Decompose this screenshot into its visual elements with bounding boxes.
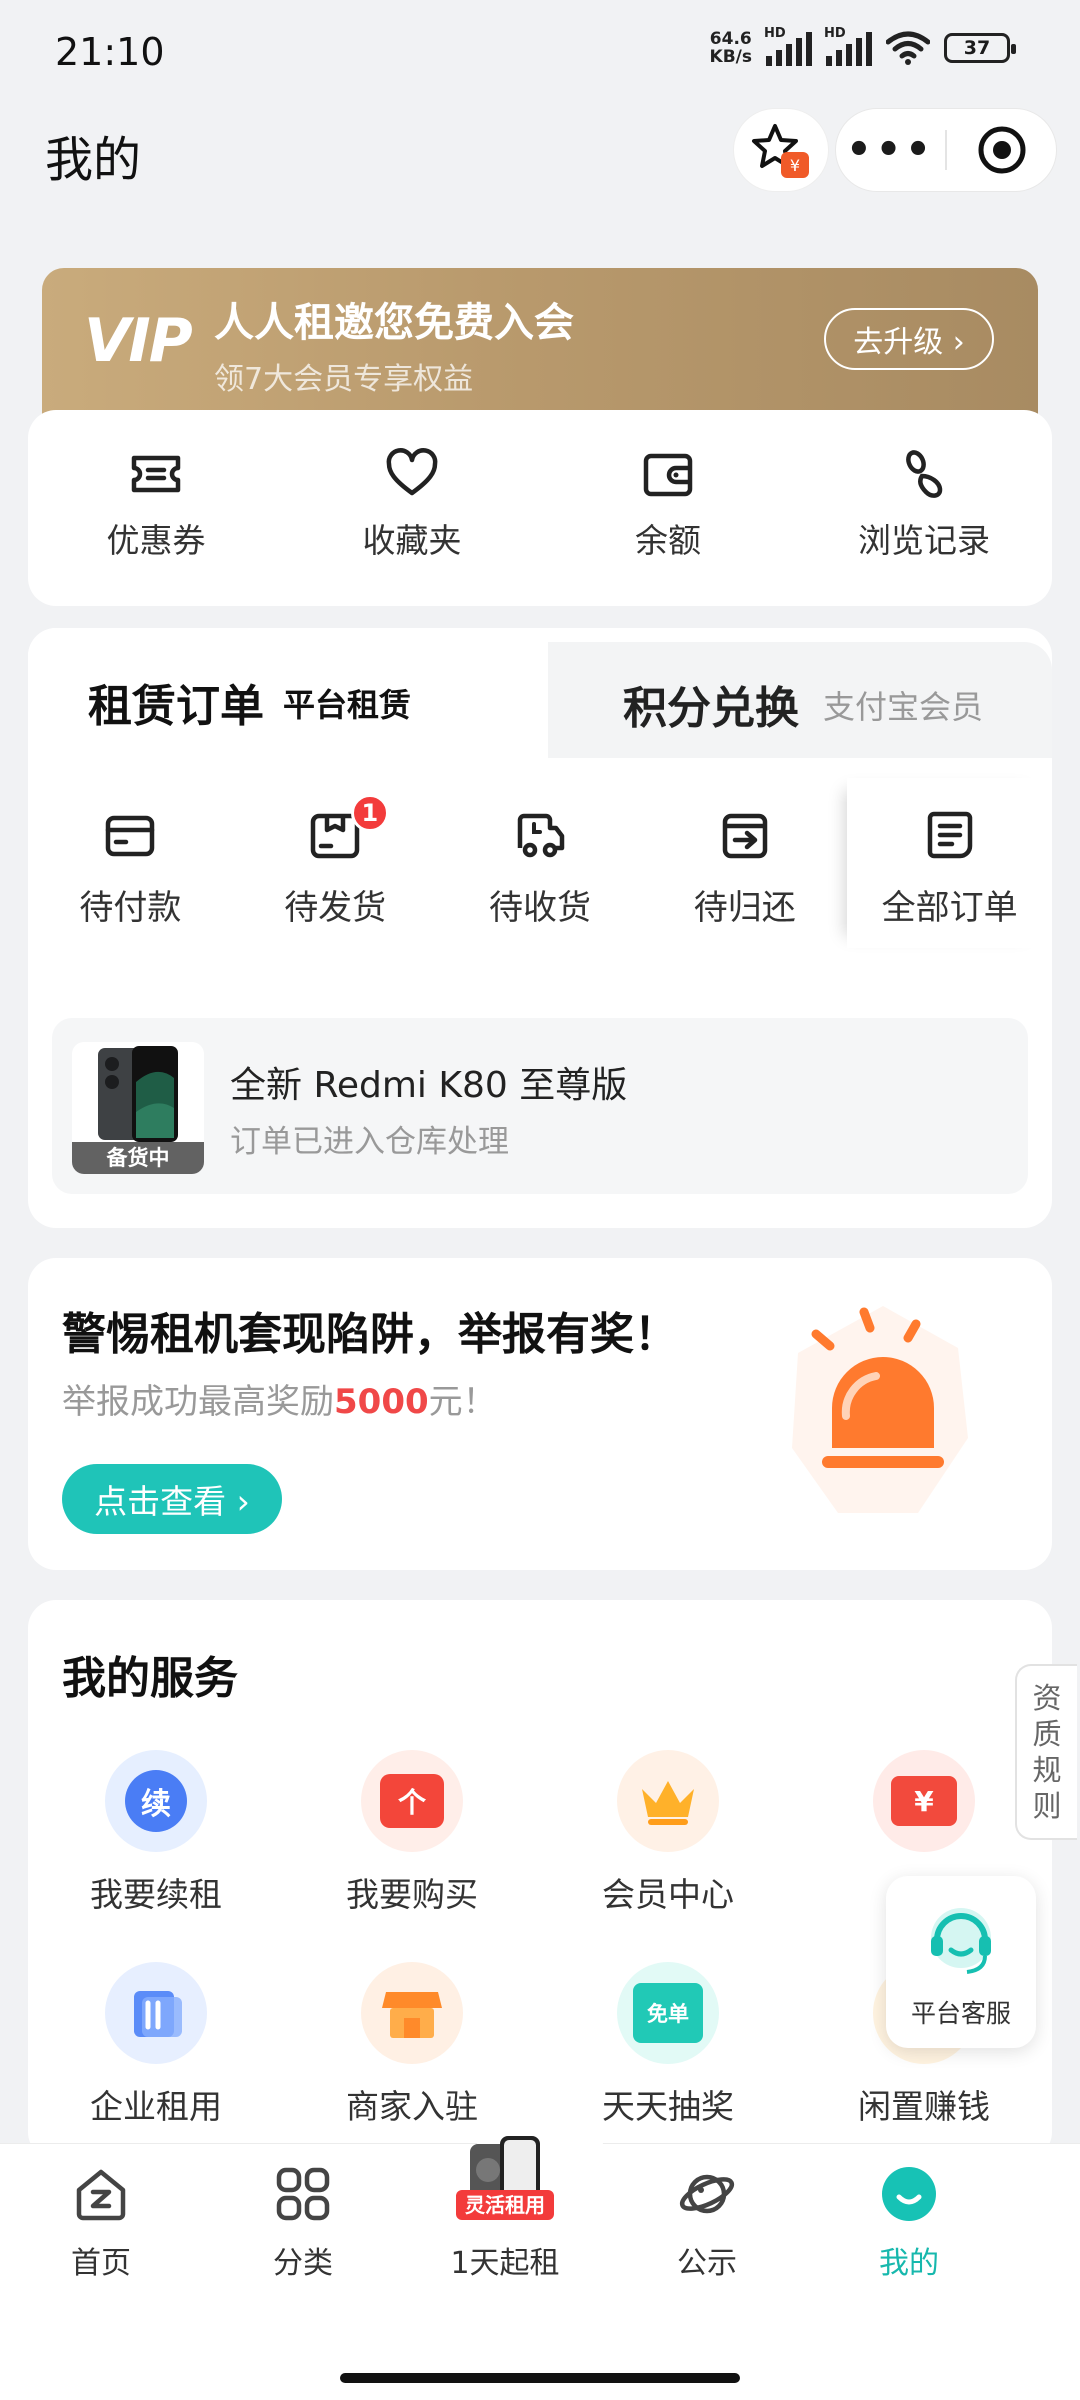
order-item[interactable]: 备货中 全新 Redmi K80 至尊版 订单已进入仓库处理: [52, 1018, 1028, 1194]
renew-icon: 续: [105, 1750, 207, 1852]
battery-icon: 37: [944, 33, 1016, 63]
footprint-icon: [906, 450, 943, 498]
view-details-button[interactable]: 点击查看 ›: [62, 1464, 282, 1534]
signal-icon: HD: [764, 26, 812, 66]
reward-amount: 5000: [334, 1382, 429, 1422]
signal-icon-2: HD: [824, 26, 872, 66]
target-icon: [978, 126, 1025, 174]
vip-upgrade-button[interactable]: 去升级 ›: [824, 308, 994, 370]
headset-icon: [931, 1908, 991, 1974]
status-icons: 64.6 KB/s HD HD 37: [709, 26, 1016, 67]
status-time: 21:10: [55, 30, 165, 74]
order-list-icon: [927, 811, 972, 859]
order-status-all[interactable]: 全部订单: [847, 778, 1052, 948]
order-status-to-receive[interactable]: 待收货: [438, 778, 643, 948]
close-target-button[interactable]: [947, 124, 1056, 176]
vip-subtitle: 领7大会员专享权益: [214, 362, 474, 397]
order-status-row: 待付款 1 待发货 待收货 待归还 全部订单: [28, 778, 1052, 948]
coupon-icon: [131, 455, 181, 493]
wifi-icon: [886, 31, 930, 65]
category-icon: [276, 2167, 330, 2221]
unread-badge: 1: [350, 794, 389, 832]
coupon-ticket-icon: ¥: [873, 1750, 975, 1852]
page-title: 我的: [45, 132, 142, 188]
truck-icon: [517, 813, 565, 858]
tab-points-exchange[interactable]: 积分兑换 支付宝会员: [533, 642, 1052, 758]
mini-program-capsule: •••: [835, 108, 1057, 192]
profile-icon: [882, 2167, 936, 2221]
fraud-alert-card[interactable]: 警惕租机套现陷阱，举报有奖！ 举报成功最高奖励5000元！ 点击查看 ›: [28, 1258, 1052, 1570]
heart-icon: [386, 448, 438, 496]
order-status-to-ship[interactable]: 1 待发货: [233, 778, 438, 948]
product-thumbnail: 备货中: [72, 1042, 204, 1174]
service-renew[interactable]: 续 我要续租: [28, 1750, 284, 1962]
enterprise-icon: [105, 1962, 207, 2064]
shortcut-coupon[interactable]: 优惠券: [28, 410, 284, 606]
svg-text:¥: ¥: [790, 156, 800, 175]
favorite-button[interactable]: ¥: [733, 108, 829, 192]
crown-icon: [617, 1750, 719, 1852]
nav-profile[interactable]: 我的: [808, 2164, 1010, 2282]
service-buy[interactable]: 个 我要购买: [284, 1750, 540, 1962]
order-status-unpaid[interactable]: 待付款: [28, 778, 233, 948]
order-product-title: 全新 Redmi K80 至尊版: [230, 1065, 628, 1106]
home-indicator[interactable]: [340, 2373, 740, 2383]
flexible-rent-icon: 灵活租用: [456, 2136, 554, 2220]
header: 我的 ¥ •••: [0, 100, 1080, 220]
nav-announcement[interactable]: 公示: [606, 2164, 808, 2282]
card-icon: [106, 815, 155, 857]
service-member-center[interactable]: 会员中心: [540, 1750, 796, 1962]
qualification-rules-tab[interactable]: 资 质 规 则: [1015, 1664, 1077, 1840]
tab-rental-orders[interactable]: 租赁订单 平台租赁: [28, 628, 548, 758]
shortcut-favorites[interactable]: 收藏夹: [284, 410, 540, 606]
alert-title: 警惕租机套现陷阱，举报有奖！: [62, 1309, 678, 1360]
more-icon[interactable]: •••: [836, 108, 945, 192]
vip-banner[interactable]: VIP 人人租邀您免费入会 领7大会员专享权益 去升级 ›: [42, 268, 1038, 418]
alarm-icon: [792, 1306, 968, 1513]
return-icon: [722, 813, 768, 859]
wallet-icon: [643, 453, 693, 497]
planet-icon: [679, 2174, 735, 2214]
vip-logo: VIP: [84, 306, 193, 376]
vip-title: 人人租邀您免费入会: [214, 300, 574, 346]
shortcuts-card: 优惠券 收藏夹 余额 浏览记录: [28, 410, 1052, 606]
star-coin-icon: ¥: [752, 124, 809, 178]
nav-category[interactable]: 分类: [202, 2164, 404, 2282]
customer-service-button[interactable]: 平台客服: [886, 1876, 1036, 2048]
status-bar: 21:10 64.6 KB/s HD HD 37: [0, 0, 1080, 100]
shortcut-balance[interactable]: 余额: [540, 410, 796, 606]
services-title: 我的服务: [62, 1653, 238, 1704]
shop-icon: [361, 1962, 463, 2064]
order-tabs: 积分兑换 支付宝会员 租赁订单 平台租赁: [28, 628, 1052, 758]
bottom-nav: 首页 分类 灵活租用 1天起租 公示 我的: [0, 2104, 1080, 2400]
network-speed: 64.6 KB/s: [709, 29, 752, 67]
home-icon: [76, 2169, 126, 2221]
order-status-text: 订单已进入仓库处理: [230, 1124, 509, 1160]
svg-text:灵活租用: 灵活租用: [465, 2193, 545, 2217]
orders-card: 积分兑换 支付宝会员 租赁订单 平台租赁 待付款 1 待发货 待收货 待归还 全…: [28, 628, 1052, 1228]
nav-home[interactable]: 首页: [0, 2164, 202, 2282]
stock-status-tag: 备货中: [72, 1142, 204, 1174]
buy-icon: 个: [361, 1750, 463, 1852]
lottery-icon: 免单: [617, 1962, 719, 2064]
order-status-to-return[interactable]: 待归还: [642, 778, 847, 948]
nav-flexible-rent[interactable]: 灵活租用 1天起租: [404, 2136, 606, 2282]
alert-subtitle: 举报成功最高奖励5000元！: [62, 1382, 497, 1422]
shortcut-history[interactable]: 浏览记录: [796, 410, 1052, 606]
